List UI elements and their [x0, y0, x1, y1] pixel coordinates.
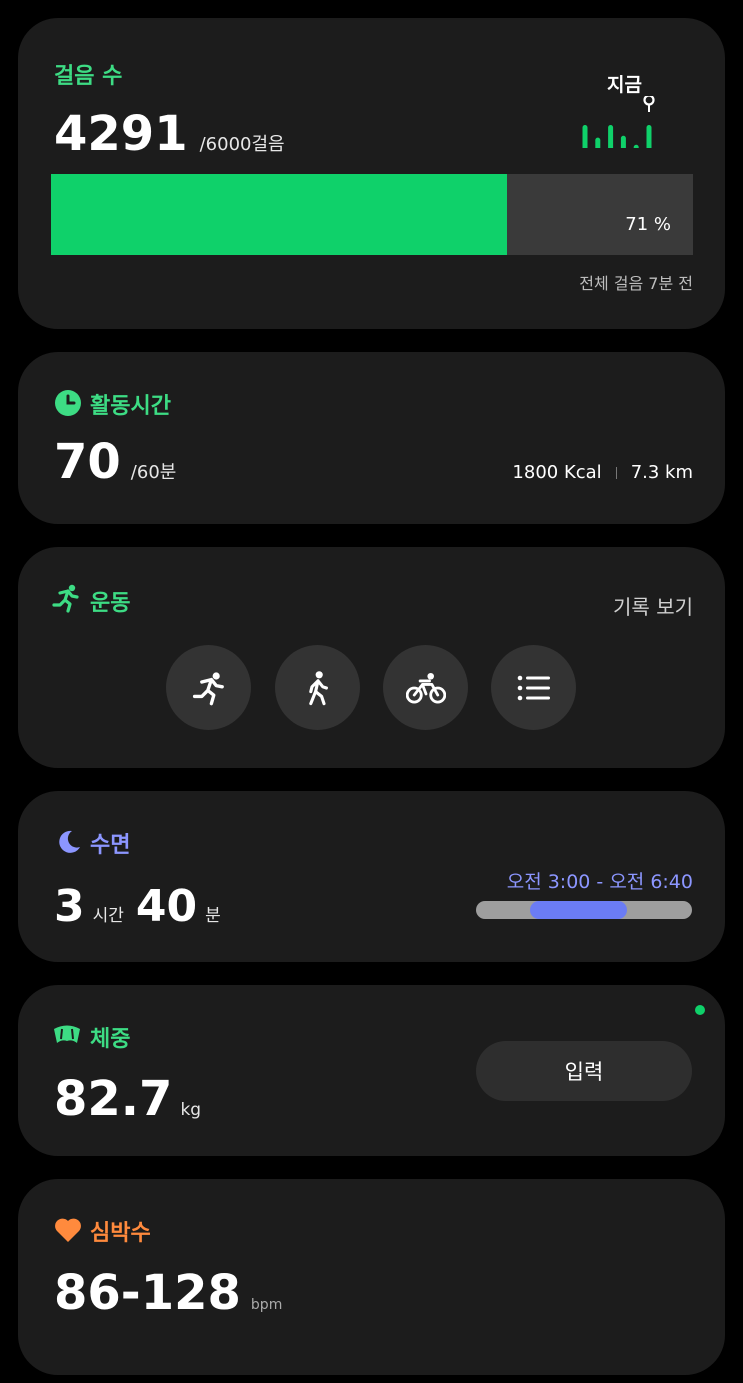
scale-icon	[52, 1023, 82, 1047]
steps-card[interactable]: 걸음 수 4291/6000걸음 지금 71 % 전체 걸음 7분 전	[18, 18, 725, 329]
new-indicator-dot	[695, 1005, 705, 1015]
steps-progress-label: 71 %	[625, 214, 671, 235]
steps-progress-bar: 71 %	[51, 174, 693, 255]
spark-bar	[633, 144, 639, 148]
more-exercise-button[interactable]	[491, 645, 576, 730]
sleep-range: 오전 3:00 - 오전 6:40	[506, 871, 693, 893]
running-button[interactable]	[166, 645, 251, 730]
spark-bar	[595, 137, 601, 148]
clock-icon	[54, 389, 82, 417]
spark-bar	[608, 125, 614, 148]
exercise-card[interactable]: 운동 기록 보기	[18, 547, 725, 768]
steps-goal: /6000걸음	[199, 134, 285, 155]
steps-updated: 전체 걸음 7분 전	[579, 274, 693, 293]
spark-bar	[620, 135, 626, 148]
cycling-button[interactable]	[383, 645, 468, 730]
now-marker	[643, 96, 655, 106]
sleep-card[interactable]: 수면 3 시간 40 분 오전 3:00 - 오전 6:40	[18, 791, 725, 962]
activity-kcal: 1800 Kcal	[512, 462, 602, 483]
moon-icon	[54, 828, 82, 856]
stats-divider	[615, 466, 617, 479]
steps-progress-fill	[51, 174, 507, 255]
weight-unit: kg	[180, 1100, 202, 1120]
list-icon	[517, 675, 550, 700]
running-icon	[192, 671, 224, 705]
sleep-bar	[476, 901, 692, 919]
weight-title: 체중	[90, 1027, 131, 1052]
history-link[interactable]: 기록 보기	[613, 591, 693, 620]
spark-bar	[582, 125, 588, 148]
activity-stats: 1800 Kcal 7.3 km	[512, 462, 693, 483]
cycling-icon	[405, 672, 446, 704]
heart-title: 심박수	[90, 1221, 151, 1246]
sleep-bar-fill	[530, 901, 628, 919]
activity-value: 70/60분	[54, 434, 177, 490]
spark-bar	[646, 125, 652, 148]
heart-rate-card[interactable]: 심박수 86-128 bpm	[18, 1179, 725, 1375]
sleep-title: 수면	[90, 833, 131, 858]
walking-icon	[308, 670, 328, 705]
weight-input-button[interactable]: 입력	[476, 1041, 692, 1101]
walking-button[interactable]	[275, 645, 360, 730]
steps-value: 4291/6000걸음	[54, 106, 285, 162]
steps-title: 걸음 수	[54, 64, 123, 89]
running-icon	[51, 583, 81, 613]
weight-card[interactable]: 체중 82.7 kg 입력	[18, 985, 725, 1156]
heart-icon	[54, 1217, 82, 1243]
sleep-duration: 3 시간 40 분	[54, 881, 221, 932]
heart-value: 86-128 bpm	[54, 1265, 283, 1321]
activity-goal: /60분	[130, 462, 177, 483]
weight-value: 82.7 kg	[54, 1071, 202, 1127]
steps-sparkline	[582, 96, 655, 148]
activity-distance: 7.3 km	[630, 462, 693, 483]
activity-title: 활동시간	[90, 394, 171, 419]
steps-now-label: 지금	[607, 74, 642, 96]
activity-card[interactable]: 활동시간 70/60분 1800 Kcal 7.3 km	[18, 352, 725, 524]
exercise-title: 운동	[90, 591, 131, 616]
heart-unit: bpm	[250, 1297, 283, 1313]
